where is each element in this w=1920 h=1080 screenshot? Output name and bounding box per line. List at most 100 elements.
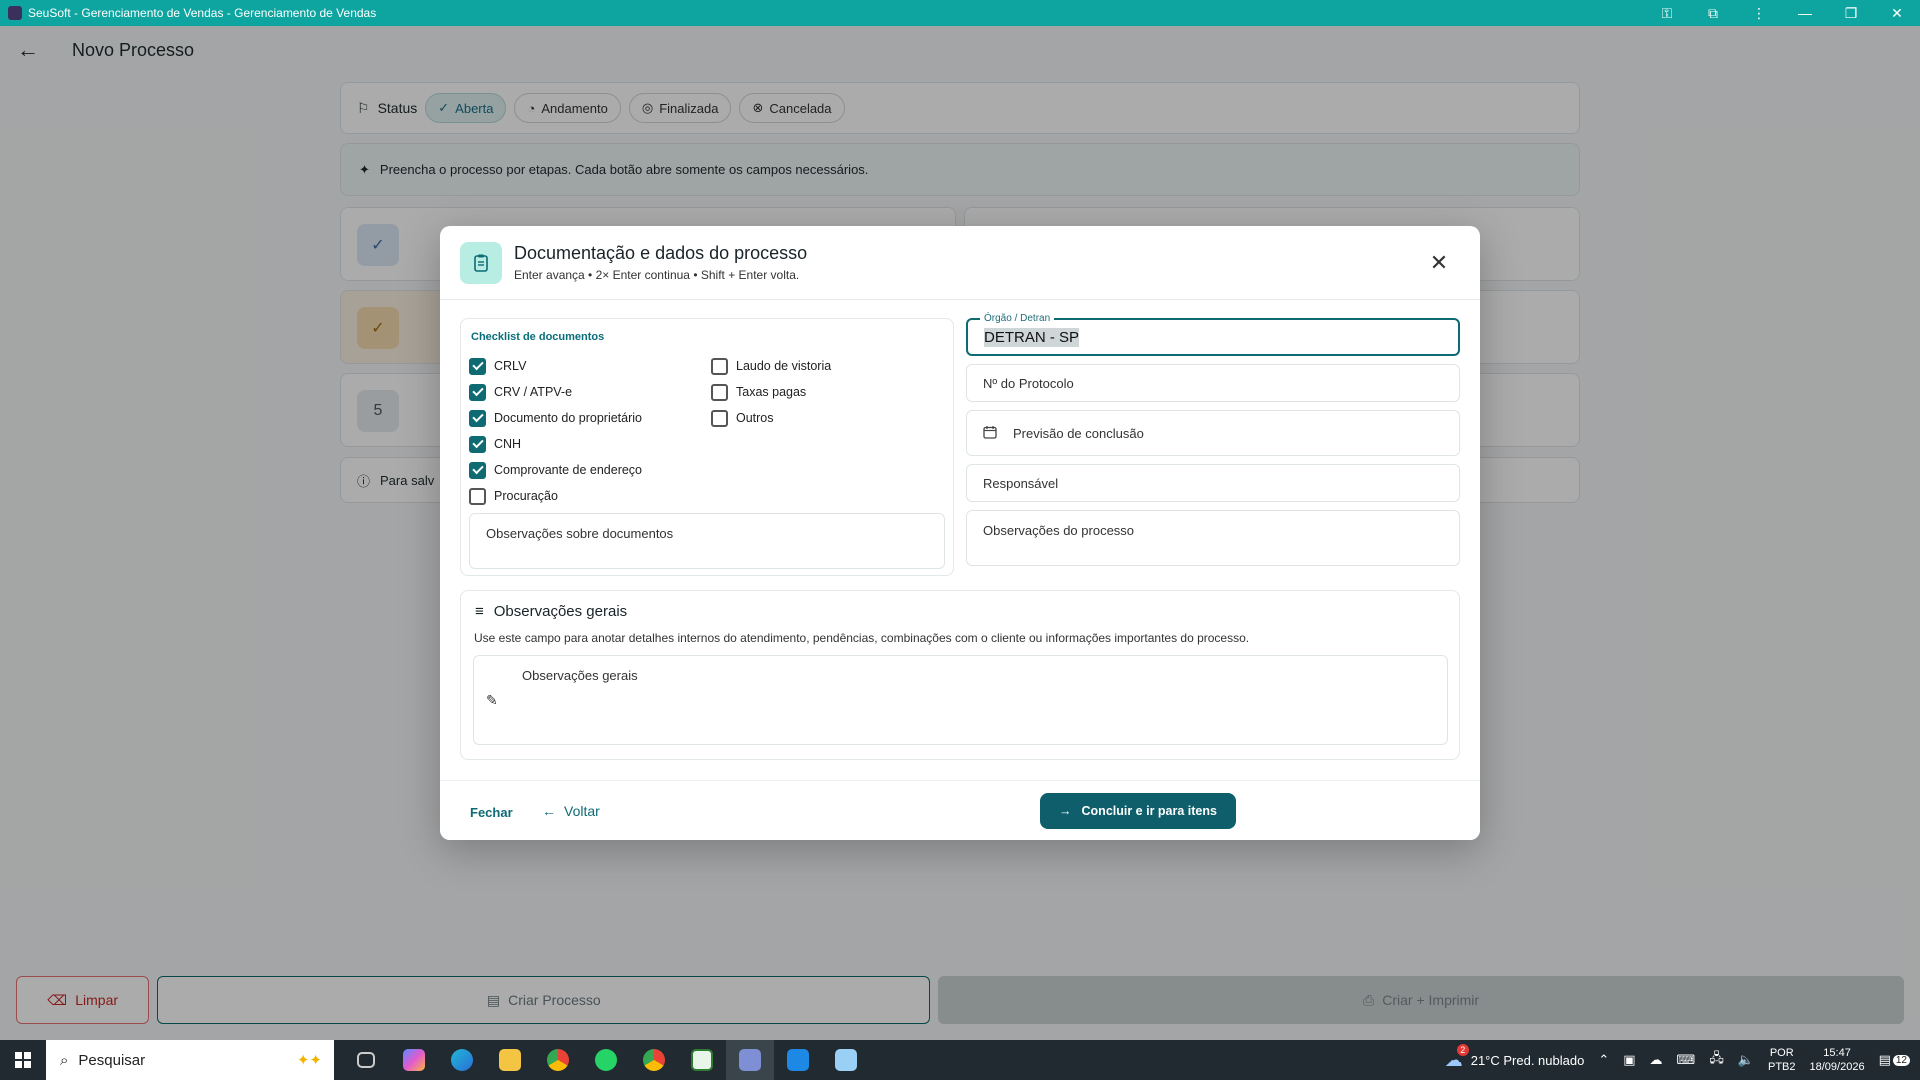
checkbox-unchecked-icon[interactable] — [711, 409, 728, 427]
notes-lines-icon: ≡ — [475, 603, 484, 620]
weather-badge: 2 — [1456, 1043, 1469, 1056]
notification-count: 12 — [1892, 1054, 1910, 1066]
copilot-icon[interactable] — [390, 1040, 438, 1080]
responsible-label: Responsável — [983, 475, 1059, 491]
app-icon-green[interactable] — [678, 1040, 726, 1080]
process-notes-label: Observações do processo — [983, 523, 1135, 538]
tray-icon-1[interactable]: ▣ — [1623, 1052, 1635, 1068]
protocol-number-field[interactable]: Nº do Protocolo — [966, 364, 1460, 402]
checkbox-label: Procuração — [494, 489, 558, 503]
clipboard-icon — [460, 241, 502, 284]
checkbox-crv-atpv[interactable]: CRV / ATPV-e — [469, 379, 642, 405]
seusoft-app-icon[interactable] — [726, 1040, 774, 1080]
network-icon[interactable]: 🖧 — [1709, 1049, 1724, 1071]
minimize-button[interactable]: — — [1782, 0, 1828, 26]
completion-date-label: Previsão de conclusão — [1013, 425, 1144, 441]
voltar-button[interactable]: ← Voltar — [542, 803, 600, 819]
system-tray: ☁ 2 21°C Pred. nublado ⌃ ▣ ☁ ⌨ 🖧 🔈 POR PTB… — [1445, 1040, 1920, 1080]
language-top: POR — [1769, 1047, 1794, 1059]
checkbox-label: Laudo de vistoria — [736, 359, 832, 373]
checkbox-comprovante-endereco[interactable]: Comprovante de endereço — [469, 457, 642, 483]
clock[interactable]: 15:47 18/09/2026 — [1810, 1046, 1865, 1074]
checkbox-unchecked-icon[interactable] — [711, 383, 728, 401]
checkbox-unchecked-icon[interactable] — [469, 487, 486, 505]
chevron-up-icon[interactable]: ⌃ — [1598, 1052, 1609, 1068]
documents-notes-field[interactable]: Observações sobre documentos — [469, 513, 945, 569]
notifications-button[interactable]: ▤ 12 — [1879, 1052, 1910, 1068]
checkbox-outros[interactable]: Outros — [711, 405, 831, 431]
checkbox-label: Taxas pagas — [736, 385, 807, 399]
documentation-dialog: Documentação e dados do processo Enter a… — [440, 226, 1480, 840]
extension-icon[interactable]: ⧉ — [1690, 0, 1736, 26]
checkbox-unchecked-icon[interactable] — [711, 357, 728, 375]
checkbox-crlv[interactable]: CRLV — [469, 353, 642, 379]
general-notes-field[interactable]: Observações gerais ✎ — [473, 655, 1448, 745]
task-view-icon[interactable] — [342, 1040, 390, 1080]
weather-cloud-icon: ☁ 2 — [1445, 1043, 1469, 1071]
checkbox-laudo-vistoria[interactable]: Laudo de vistoria — [711, 353, 831, 379]
edit-notes-icon: ✎ — [486, 692, 498, 708]
checkbox-checked-icon[interactable] — [469, 435, 486, 453]
start-button[interactable] — [0, 1040, 46, 1080]
tray-icon-3[interactable]: ⌨ — [1677, 1052, 1696, 1068]
taskbar-apps — [342, 1040, 870, 1080]
checklist-card: Checklist de documentos CRLV CRV / ATPV-… — [460, 318, 954, 576]
completion-date-field[interactable]: Previsão de conclusão — [966, 410, 1460, 456]
checkbox-checked-icon[interactable] — [469, 357, 486, 375]
search-icon: ⌕ — [60, 1051, 69, 1069]
volume-icon[interactable]: 🔈 — [1738, 1052, 1754, 1068]
onedrive-icon[interactable]: ☁ — [1650, 1052, 1663, 1068]
orgao-detran-value[interactable]: DETRAN - SP — [984, 327, 1080, 347]
notepad-icon[interactable] — [822, 1040, 870, 1080]
orgao-detran-label: Órgão / Detran — [980, 313, 1055, 324]
fechar-button[interactable]: Fechar — [470, 805, 513, 820]
restore-button[interactable]: ❐ — [1828, 0, 1874, 26]
dialog-header: Documentação e dados do processo Enter a… — [440, 226, 1480, 300]
window-title: SeuSoft - Gerenciamento de Vendas - Gere… — [28, 6, 377, 20]
orgao-detran-field[interactable]: Órgão / Detran DETRAN - SP — [966, 313, 1460, 356]
checkbox-label: Outros — [736, 411, 774, 425]
edge-icon[interactable] — [438, 1040, 486, 1080]
arrow-right-icon: → — [1059, 804, 1072, 818]
responsible-field[interactable]: Responsável — [966, 464, 1460, 502]
process-notes-field[interactable]: Observações do processo — [966, 510, 1460, 566]
checkbox-taxas-pagas[interactable]: Taxas pagas — [711, 379, 831, 405]
checkbox-cnh[interactable]: CNH — [469, 431, 642, 457]
concluir-button[interactable]: → Concluir e ir para itens — [1040, 793, 1236, 829]
checkbox-label: Comprovante de endereço — [494, 463, 643, 477]
general-notes-title: Observações gerais — [493, 603, 628, 620]
dialog-footer: Fechar ← Voltar → Concluir e ir para itens — [440, 780, 1480, 840]
chrome-profile-icon[interactable] — [630, 1040, 678, 1080]
general-notes-field-label: Observações gerais — [522, 668, 638, 683]
language-indicator[interactable]: POR PTB2 — [1768, 1046, 1796, 1074]
general-notes-description: Use este campo para anotar detalhes inte… — [474, 631, 1250, 645]
checklist-title: Checklist de documentos — [471, 331, 605, 343]
checkbox-checked-icon[interactable] — [469, 461, 486, 479]
weather-text: 21°C Pred. nublado — [1470, 1052, 1585, 1068]
checkbox-label: CNH — [494, 437, 522, 451]
file-explorer-icon[interactable] — [486, 1040, 534, 1080]
checklist-right-column: Laudo de vistoria Taxas pagas Outros — [711, 353, 831, 431]
general-notes-header: ≡ Observações gerais — [475, 603, 627, 620]
close-window-button[interactable]: ✕ — [1874, 0, 1920, 26]
checkbox-procuracao[interactable]: Procuração — [469, 483, 642, 509]
taskbar: ⌕ Pesquisar ✦✦ ☁ 2 21°C Pred. nublado ⌃ ▣… — [0, 1040, 1920, 1080]
checkbox-checked-icon[interactable] — [469, 409, 486, 427]
whatsapp-icon[interactable] — [582, 1040, 630, 1080]
close-dialog-button[interactable]: ✕ — [1424, 248, 1454, 278]
key-icon[interactable]: ⚿ — [1644, 0, 1690, 26]
weather-widget[interactable]: ☁ 2 21°C Pred. nublado — [1445, 1043, 1585, 1071]
concluir-label: Concluir e ir para itens — [1081, 804, 1217, 818]
taskbar-search[interactable]: ⌕ Pesquisar ✦✦ — [46, 1040, 334, 1080]
search-placeholder: Pesquisar — [78, 1051, 146, 1069]
calendar-icon[interactable] — [983, 425, 997, 442]
checkbox-checked-icon[interactable] — [469, 383, 486, 401]
checklist-left-column: CRLV CRV / ATPV-e Documento do proprietá… — [469, 353, 642, 509]
dialog-subtitle: Enter avança • 2× Enter continua • Shift… — [514, 268, 800, 282]
chrome-icon[interactable] — [534, 1040, 582, 1080]
vscode-icon[interactable] — [774, 1040, 822, 1080]
more-icon[interactable]: ⋮ — [1736, 0, 1782, 26]
dialog-title: Documentação e dados do processo — [514, 243, 808, 263]
checkbox-label: Documento do proprietário — [494, 411, 642, 425]
checkbox-documento-proprietario[interactable]: Documento do proprietário — [469, 405, 642, 431]
